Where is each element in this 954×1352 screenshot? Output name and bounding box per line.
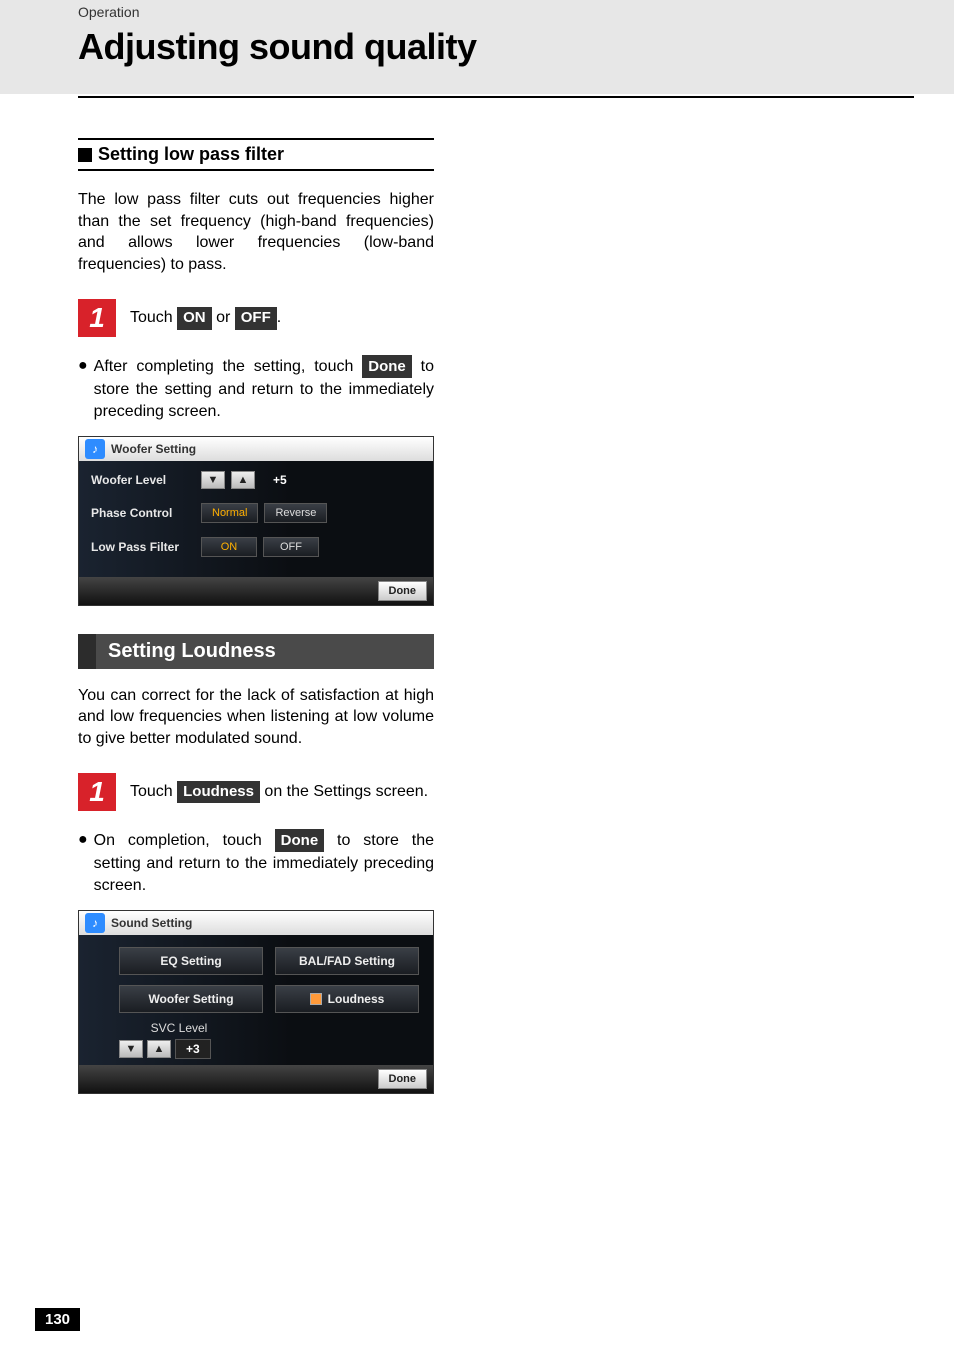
- sound-setting-title: Sound Setting: [111, 916, 192, 930]
- svc-down-button[interactable]: ▼: [119, 1040, 143, 1058]
- sound-setting-screenshot: ♪ Sound Setting EQ Setting BAL/FAD Setti…: [78, 910, 434, 1094]
- done-button-ref: Done: [275, 829, 325, 852]
- phase-normal-button[interactable]: Normal: [201, 503, 258, 523]
- on-button-ref: ON: [177, 307, 212, 329]
- loudness-button-ref: Loudness: [177, 781, 260, 803]
- page-title: Adjusting sound quality: [78, 26, 954, 68]
- square-bullet-icon: [78, 148, 92, 162]
- bullet-icon: ●: [78, 829, 88, 897]
- lpf-on-button[interactable]: ON: [201, 537, 257, 557]
- woofer-level-label: Woofer Level: [91, 473, 201, 487]
- step-number-badge: 1: [78, 299, 116, 337]
- done-button-ref: Done: [362, 355, 412, 378]
- loudness-note: On completion, touch Done to store the s…: [94, 829, 434, 897]
- woofer-done-button[interactable]: Done: [378, 581, 428, 601]
- low-pass-step-text: Touch ON or OFF.: [130, 307, 281, 329]
- step-number-badge: 1: [78, 773, 116, 811]
- low-pass-intro: The low pass filter cuts out frequencies…: [78, 189, 434, 275]
- phase-control-label: Phase Control: [91, 506, 201, 520]
- music-note-icon: ♪: [85, 439, 105, 459]
- loudness-intro: You can correct for the lack of satisfac…: [78, 685, 434, 750]
- loudness-indicator-icon: [310, 993, 322, 1005]
- low-pass-note: After completing the setting, touch Done…: [94, 355, 434, 423]
- loudness-step-text: Touch Loudness on the Settings screen.: [130, 781, 428, 803]
- sound-done-button[interactable]: Done: [378, 1069, 428, 1089]
- loudness-button[interactable]: Loudness: [275, 985, 419, 1013]
- section-heading-loudness: Setting Loudness: [78, 634, 434, 669]
- woofer-setting-screenshot: ♪ Woofer Setting Woofer Level ▼ ▲ +5 Pha…: [78, 436, 434, 606]
- bullet-icon: ●: [78, 355, 88, 423]
- off-button-ref: OFF: [235, 307, 277, 329]
- phase-reverse-button[interactable]: Reverse: [264, 503, 327, 523]
- woofer-level-up-button[interactable]: ▲: [231, 471, 255, 489]
- woofer-setting-button[interactable]: Woofer Setting: [119, 985, 263, 1013]
- svc-level-value: +3: [175, 1039, 211, 1059]
- breadcrumb: Operation: [78, 4, 954, 20]
- woofer-level-down-button[interactable]: ▼: [201, 471, 225, 489]
- eq-setting-button[interactable]: EQ Setting: [119, 947, 263, 975]
- balfad-setting-button[interactable]: BAL/FAD Setting: [275, 947, 419, 975]
- music-note-icon: ♪: [85, 913, 105, 933]
- svc-up-button[interactable]: ▲: [147, 1040, 171, 1058]
- subheading-low-pass: Setting low pass filter: [78, 144, 434, 165]
- low-pass-filter-label: Low Pass Filter: [91, 540, 201, 554]
- svc-level-label: SVC Level: [119, 1021, 239, 1035]
- subheading-low-pass-text: Setting low pass filter: [98, 144, 284, 165]
- woofer-level-value: +5: [273, 473, 287, 487]
- lpf-off-button[interactable]: OFF: [263, 537, 319, 557]
- page-number: 130: [35, 1308, 80, 1331]
- woofer-setting-title: Woofer Setting: [111, 442, 196, 456]
